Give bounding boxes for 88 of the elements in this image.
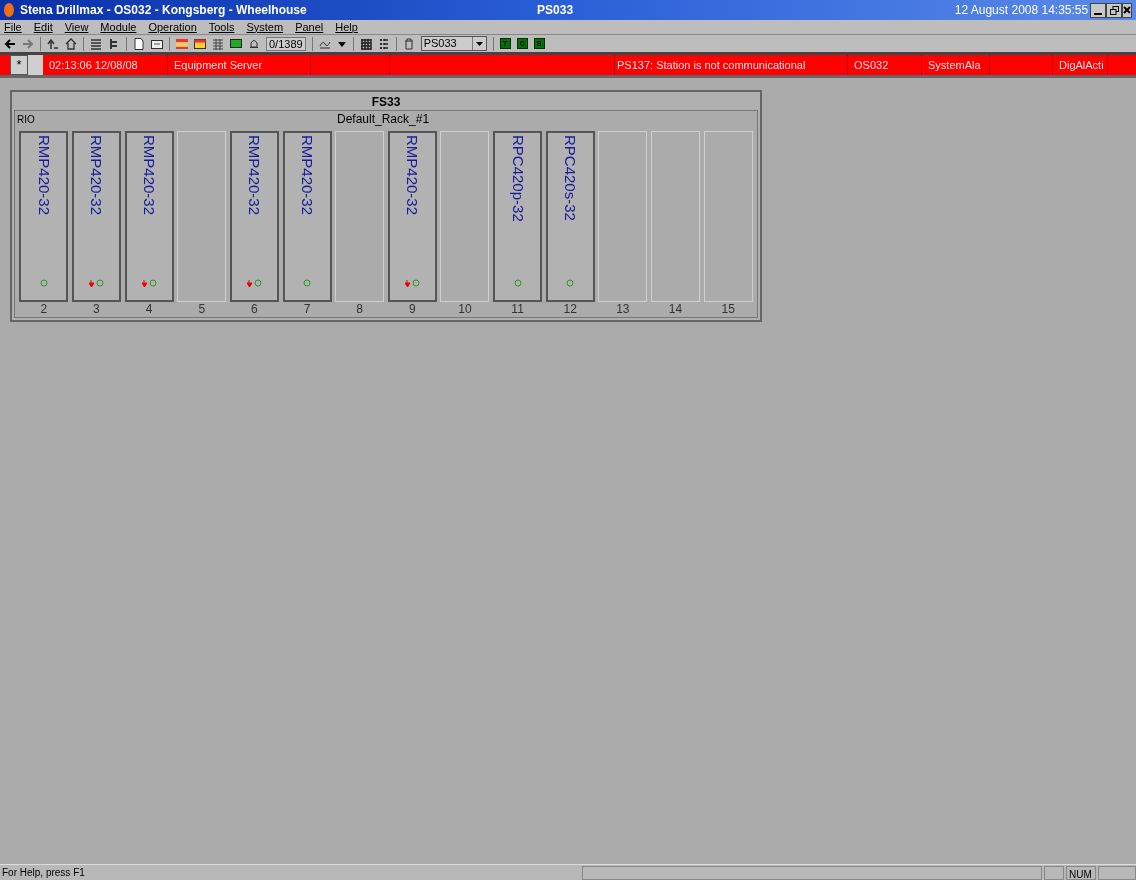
slot-number: 2 [40, 302, 48, 317]
module-card[interactable]: RMP420-32 [71, 131, 121, 302]
slot-number: 11 [511, 302, 524, 317]
minimize-icon [1094, 12, 1103, 15]
menu-item[interactable]: System [246, 18, 284, 36]
menu-item[interactable]: Tools [208, 18, 235, 36]
counter-field: 0/1389 [266, 36, 306, 51]
alarm-bar-gap [28, 55, 43, 75]
slot-number: 4 [145, 302, 153, 317]
status-pane [1044, 865, 1064, 880]
status-pane [1098, 865, 1136, 880]
module-card[interactable]: RPC420p-32 [493, 131, 543, 302]
up-arrow-icon[interactable] [47, 37, 59, 50]
trash-icon[interactable] [402, 37, 415, 50]
slot-number: 8 [356, 302, 363, 317]
acknowledge-button[interactable]: * [10, 55, 28, 75]
slot-number: 5 [198, 302, 206, 317]
slot-number: 7 [303, 302, 311, 317]
menu-item[interactable]: File [4, 18, 22, 36]
module-name: RPC420p-32 [509, 135, 526, 222]
menu-item[interactable]: Operation [148, 18, 197, 36]
slot-number: 13 [616, 302, 630, 317]
module-card[interactable]: RMP420-32 [387, 131, 437, 302]
menu-item[interactable]: Edit [33, 18, 53, 36]
module-name: RMP420-32 [299, 135, 315, 216]
slot-number: 3 [93, 302, 100, 317]
status-ring-icon [566, 279, 575, 287]
menu-item[interactable]: Module [100, 18, 137, 36]
menu-item[interactable]: View [64, 18, 89, 36]
module-name: RMP420-32 [35, 135, 52, 216]
alarm-arrow-icon [246, 279, 252, 287]
large-grid-icon[interactable] [359, 37, 372, 50]
minimize-button[interactable] [1090, 2, 1107, 18]
module-name: RMP420-32 [404, 135, 421, 216]
grid-icon[interactable] [212, 37, 224, 50]
slot-number: 10 [458, 302, 472, 317]
status-ring-icon [411, 279, 420, 287]
app-icon [4, 3, 14, 17]
station-dropdown[interactable]: PS033 [420, 36, 487, 51]
slot-number: 15 [721, 302, 735, 317]
slot-number: 12 [563, 302, 577, 317]
rack-name: Default_Rack_#1 [337, 111, 430, 128]
back-arrow-icon[interactable] [4, 37, 16, 50]
window-icon[interactable] [151, 37, 163, 50]
close-icon [1123, 6, 1131, 14]
rack-type-label: RIO [17, 112, 36, 127]
status-ring-icon [513, 279, 522, 287]
module-card[interactable]: RMP420-32 [124, 131, 174, 302]
close-button[interactable] [1122, 2, 1132, 18]
status-ring-icon [95, 279, 104, 287]
status-ring-icon [148, 279, 157, 287]
page-icon[interactable] [133, 37, 145, 50]
module-card[interactable]: RMP420-32 [282, 131, 332, 302]
module-card[interactable]: RMP420-32 [19, 131, 69, 302]
status-ring-icon [253, 279, 262, 287]
monitor-icon[interactable] [230, 37, 242, 50]
alarm-list-icon[interactable] [176, 37, 188, 50]
list-icon[interactable] [90, 37, 102, 50]
num-lock-indicator: NUM [1066, 865, 1096, 880]
restore-icon [1109, 5, 1119, 15]
alarm-arrow-icon [88, 279, 94, 287]
status-ring-icon [303, 279, 311, 287]
small-grid-icon[interactable] [377, 37, 390, 50]
menu-item[interactable]: Panel [295, 18, 324, 36]
module-card[interactable]: RMP420-32 [229, 131, 279, 302]
alarm-arrow-icon [404, 279, 410, 287]
station-label: PS033 [537, 2, 575, 19]
rack-title: FS33 [370, 94, 402, 110]
home-icon[interactable] [65, 37, 77, 50]
bell-icon[interactable] [248, 37, 260, 50]
status-text: For Help, press F1 [1, 866, 86, 880]
module-card[interactable]: RPC420s-32 [545, 131, 595, 302]
status-ring-icon [39, 279, 48, 287]
module-name: RMP420-32 [88, 135, 105, 216]
restore-button[interactable] [1106, 2, 1123, 18]
module-name: RMP420-32 [246, 135, 263, 216]
dropdown-arrow-icon [475, 41, 483, 46]
slot-number: 9 [408, 302, 416, 317]
panel-icon[interactable] [194, 37, 206, 50]
menu-item[interactable]: Help [335, 18, 358, 36]
module-name: RMP420-32 [141, 135, 158, 216]
clock-text: 12 August 2008 14:35:55 [954, 2, 1089, 19]
slot-number: 6 [251, 302, 258, 317]
slot-number: 14 [668, 302, 683, 317]
window-title: Stena Drillmax - OS032 - Kongsberg - Wheelhouse [19, 2, 308, 19]
alarm-arrow-icon [141, 279, 147, 287]
tree-icon[interactable] [108, 37, 120, 50]
module-name: RPC420s-32 [562, 135, 579, 221]
